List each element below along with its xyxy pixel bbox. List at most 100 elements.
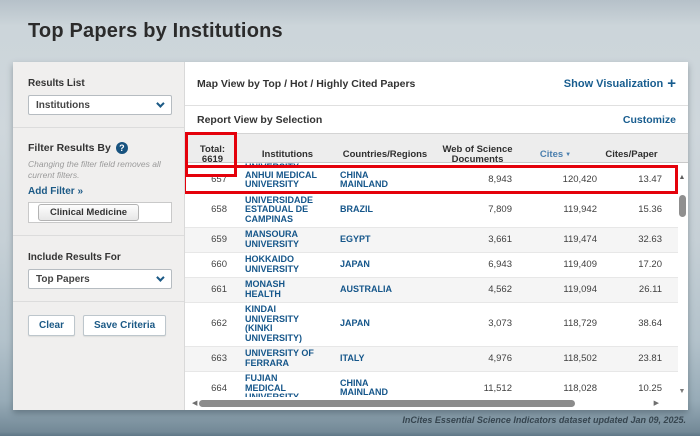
cell-cites_per_paper: 13.47 [605, 175, 678, 185]
report-view-bar: Report View by Selection Customize [185, 106, 688, 133]
column-header-countries[interactable]: Countries/Regions [335, 150, 435, 161]
sidebar-actions: Clear Save Criteria [13, 302, 184, 348]
cell-rank: 664 [185, 384, 240, 394]
clear-button[interactable]: Clear [28, 315, 75, 336]
include-results-label: Include Results For [28, 252, 172, 263]
customize-link[interactable]: Customize [623, 114, 676, 126]
table-row[interactable]: 664FUJIAN MEDICAL UNIVERSITYCHINA MAINLA… [185, 372, 678, 399]
cell-rank: 659 [185, 235, 240, 245]
cell-documents: 4,562 [435, 285, 520, 295]
include-results-dropdown[interactable]: Top Papers [28, 269, 172, 289]
total-count-label: Total: 6619 [200, 144, 225, 166]
include-results-section: Include Results For Top Papers [13, 236, 184, 302]
help-icon[interactable]: ? [116, 142, 128, 154]
cell-institution: HOKKAIDO UNIVERSITY [240, 255, 335, 274]
content-card: Results List Institutions Filter Results… [13, 62, 688, 410]
cell-cites_per_paper: 26.11 [605, 285, 678, 295]
table-body: UNIVERSITY 657ANHUI MEDICAL UNIVERSITYCH… [185, 163, 678, 398]
scroll-up-arrow-icon[interactable]: ▲ [679, 174, 686, 181]
sort-desc-icon: ▼ [565, 152, 571, 158]
main-panel: Map View by Top / Hot / Highly Cited Pap… [185, 62, 688, 410]
cell-country: JAPAN [335, 260, 435, 270]
cell-institution: ANHUI MEDICAL UNIVERSITY [240, 171, 335, 190]
cell-cites: 119,942 [520, 205, 605, 215]
cell-rank: 662 [185, 319, 240, 329]
table-row[interactable]: 660HOKKAIDO UNIVERSITYJAPAN6,943119,4091… [185, 253, 678, 278]
cell-cites_per_paper: 15.36 [605, 205, 678, 215]
cell-rank: 658 [185, 205, 240, 215]
cell-cites_per_paper: 23.81 [605, 354, 678, 364]
cell-country: AUSTRALIA [335, 285, 435, 295]
filter-chip-clinical-medicine[interactable]: Clinical Medicine [38, 204, 139, 221]
map-view-title: Map View by Top / Hot / Highly Cited Pap… [197, 78, 415, 90]
cell-documents: 4,976 [435, 354, 520, 364]
cell-institution: UNIVERSIDADE ESTADUAL DE CAMPINAS [240, 196, 335, 225]
cell-cites: 119,474 [520, 235, 605, 245]
table-row[interactable]: 661MONASH HEALTHAUSTRALIA4,562119,09426.… [185, 278, 678, 303]
scroll-down-arrow-icon[interactable]: ▼ [679, 388, 686, 395]
cell-documents: 6,943 [435, 260, 520, 270]
cell-country: BRAZIL [335, 205, 435, 215]
save-criteria-button[interactable]: Save Criteria [83, 315, 166, 336]
cell-institution: UNIVERSITY OF FERRARA [240, 349, 335, 368]
scroll-right-arrow-icon[interactable]: ▶ [654, 399, 659, 407]
cell-documents: 3,073 [435, 319, 520, 329]
page-background: Top Papers by Institutions Results List … [0, 0, 700, 436]
cell-cites_per_paper: 17.20 [605, 260, 678, 270]
scroll-left-arrow-icon[interactable]: ◀ [192, 399, 197, 407]
cell-cites: 119,094 [520, 285, 605, 295]
table-row[interactable]: 657ANHUI MEDICAL UNIVERSITYCHINA MAINLAN… [185, 168, 678, 193]
cell-rank: 660 [185, 260, 240, 270]
dataset-update-note: InCites Essential Science Indicators dat… [402, 415, 686, 425]
cell-documents: 7,809 [435, 205, 520, 215]
cell-cites: 118,028 [520, 384, 605, 394]
cell-documents: 11,512 [435, 384, 520, 394]
column-header-institutions[interactable]: Institutions [240, 150, 335, 161]
sidebar: Results List Institutions Filter Results… [13, 62, 185, 410]
cell-documents: 3,661 [435, 235, 520, 245]
cell-institution: FUJIAN MEDICAL UNIVERSITY [240, 374, 335, 398]
results-list-label: Results List [28, 78, 172, 89]
filter-by-label: Filter Results By [28, 142, 111, 154]
add-filter-link[interactable]: Add Filter » [28, 186, 83, 197]
table-row[interactable]: 662KINDAI UNIVERSITY (KINKI UNIVERSITY)J… [185, 303, 678, 347]
cell-documents: 8,943 [435, 175, 520, 185]
table-row[interactable]: 659MANSOURA UNIVERSITYEGYPT3,661119,4743… [185, 228, 678, 253]
cell-rank: 661 [185, 285, 240, 295]
cell-institution: MANSOURA UNIVERSITY [240, 230, 335, 249]
cell-cites_per_paper: 10.25 [605, 384, 678, 394]
cell-country: JAPAN [335, 319, 435, 329]
filter-note: Changing the filter field removes all cu… [28, 159, 170, 180]
filter-section: Filter Results By ? Changing the filter … [13, 128, 184, 236]
cell-rank: 663 [185, 354, 240, 364]
show-visualization-link[interactable]: Show Visualization + [564, 78, 676, 90]
cell-cites: 118,729 [520, 319, 605, 329]
column-header-cites-per-paper[interactable]: Cites/Paper [605, 150, 678, 161]
table-row[interactable]: 663UNIVERSITY OF FERRARAITALY4,976118,50… [185, 347, 678, 372]
map-view-bar: Map View by Top / Hot / Highly Cited Pap… [185, 62, 688, 106]
cell-country: ITALY [335, 354, 435, 364]
vertical-scrollbar[interactable]: ▲ ▼ [678, 174, 686, 395]
cell-cites: 118,502 [520, 354, 605, 364]
cell-institution: MONASH HEALTH [240, 280, 335, 299]
table-header-row: Total: 6619 Institutions Countries/Regio… [185, 133, 688, 163]
cell-cites: 119,409 [520, 260, 605, 270]
results-list-dropdown[interactable]: Institutions [28, 95, 172, 115]
horizontal-scrollbar[interactable]: ◀ ▶ [185, 397, 688, 410]
cell-country: CHINA MAINLAND [335, 171, 435, 190]
cell-cites_per_paper: 38.64 [605, 319, 678, 329]
table-row[interactable]: 658UNIVERSIDADE ESTADUAL DE CAMPINASBRAZ… [185, 193, 678, 228]
cell-cites: 120,420 [520, 175, 605, 185]
plus-icon: + [667, 79, 676, 89]
results-list-section: Results List Institutions [13, 62, 184, 128]
include-results-value: Top Papers [36, 274, 90, 285]
chevron-down-icon [156, 99, 164, 107]
vertical-scrollbar-thumb[interactable] [679, 195, 686, 217]
chevron-down-icon [156, 273, 164, 281]
cell-country: EGYPT [335, 235, 435, 245]
filter-field[interactable]: Clinical Medicine [28, 202, 172, 223]
page-title: Top Papers by Institutions [28, 20, 283, 43]
results-list-value: Institutions [36, 100, 90, 111]
column-header-cites-sorted[interactable]: Cites▼ [520, 150, 605, 161]
horizontal-scrollbar-thumb[interactable] [199, 400, 575, 407]
